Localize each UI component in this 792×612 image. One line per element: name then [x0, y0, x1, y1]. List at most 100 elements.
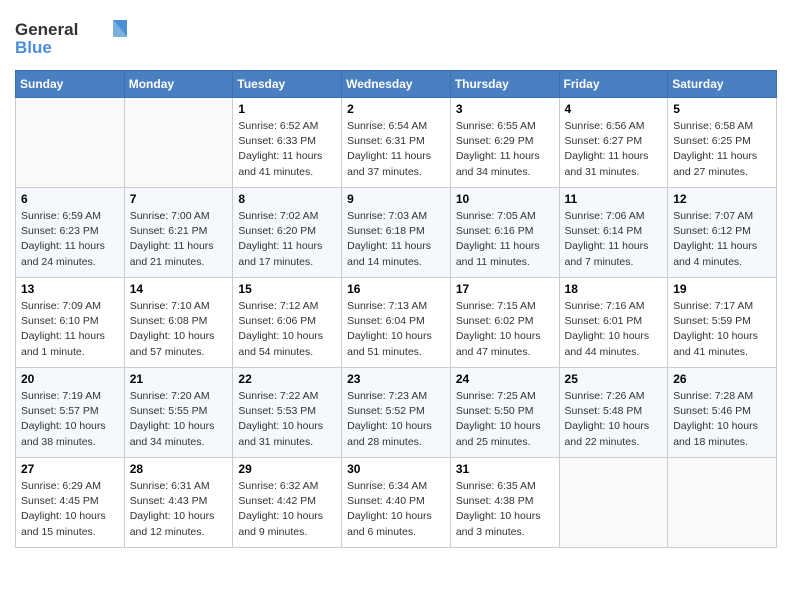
day-number: 17 — [456, 282, 554, 296]
day-info: Sunrise: 6:54 AMSunset: 6:31 PMDaylight:… — [347, 119, 445, 180]
day-info: Sunrise: 7:15 AMSunset: 6:02 PMDaylight:… — [456, 299, 554, 360]
svg-text:Blue: Blue — [15, 38, 52, 57]
calendar-cell: 5 Sunrise: 6:58 AMSunset: 6:25 PMDaylight… — [668, 98, 777, 188]
calendar-cell: 23 Sunrise: 7:23 AMSunset: 5:52 PMDayligh… — [342, 368, 451, 458]
day-info: Sunrise: 6:52 AMSunset: 6:33 PMDaylight:… — [238, 119, 336, 180]
day-number: 30 — [347, 462, 445, 476]
day-info: Sunrise: 6:29 AMSunset: 4:45 PMDaylight:… — [21, 479, 119, 540]
calendar-cell: 25 Sunrise: 7:26 AMSunset: 5:48 PMDayligh… — [559, 368, 668, 458]
day-info: Sunrise: 6:35 AMSunset: 4:38 PMDaylight:… — [456, 479, 554, 540]
day-info: Sunrise: 7:23 AMSunset: 5:52 PMDaylight:… — [347, 389, 445, 450]
day-number: 5 — [673, 102, 771, 116]
day-number: 11 — [565, 192, 663, 206]
day-info: Sunrise: 7:10 AMSunset: 6:08 PMDaylight:… — [130, 299, 228, 360]
day-of-week-thursday: Thursday — [450, 71, 559, 98]
calendar-cell: 3 Sunrise: 6:55 AMSunset: 6:29 PMDaylight… — [450, 98, 559, 188]
calendar-week-row: 27 Sunrise: 6:29 AMSunset: 4:45 PMDayligh… — [16, 458, 777, 548]
day-number: 28 — [130, 462, 228, 476]
calendar-cell: 16 Sunrise: 7:13 AMSunset: 6:04 PMDayligh… — [342, 278, 451, 368]
day-number: 16 — [347, 282, 445, 296]
day-of-week-tuesday: Tuesday — [233, 71, 342, 98]
calendar-cell: 2 Sunrise: 6:54 AMSunset: 6:31 PMDaylight… — [342, 98, 451, 188]
calendar-cell: 11Sunrise: 7:06 AMSunset: 6:14 PMDayligh… — [559, 188, 668, 278]
calendar-cell: 15 Sunrise: 7:12 AMSunset: 6:06 PMDayligh… — [233, 278, 342, 368]
calendar-cell: 27 Sunrise: 6:29 AMSunset: 4:45 PMDayligh… — [16, 458, 125, 548]
calendar-cell: 21 Sunrise: 7:20 AMSunset: 5:55 PMDayligh… — [124, 368, 233, 458]
day-info: Sunrise: 6:32 AMSunset: 4:42 PMDaylight:… — [238, 479, 336, 540]
day-number: 9 — [347, 192, 445, 206]
day-number: 20 — [21, 372, 119, 386]
calendar-cell: 4 Sunrise: 6:56 AMSunset: 6:27 PMDaylight… — [559, 98, 668, 188]
calendar-cell: 29 Sunrise: 6:32 AMSunset: 4:42 PMDayligh… — [233, 458, 342, 548]
day-info: Sunrise: 7:22 AMSunset: 5:53 PMDaylight:… — [238, 389, 336, 450]
day-info: Sunrise: 7:16 AMSunset: 6:01 PMDaylight:… — [565, 299, 663, 360]
calendar-cell: 13Sunrise: 7:09 AMSunset: 6:10 PMDayligh… — [16, 278, 125, 368]
calendar-week-row: 20Sunrise: 7:19 AMSunset: 5:57 PMDayligh… — [16, 368, 777, 458]
day-number: 15 — [238, 282, 336, 296]
calendar-cell: 22 Sunrise: 7:22 AMSunset: 5:53 PMDayligh… — [233, 368, 342, 458]
day-info: Sunrise: 6:59 AMSunset: 6:23 PMDaylight:… — [21, 209, 119, 270]
day-info: Sunrise: 6:55 AMSunset: 6:29 PMDaylight:… — [456, 119, 554, 180]
day-number: 1 — [238, 102, 336, 116]
calendar-cell: 10Sunrise: 7:05 AMSunset: 6:16 PMDayligh… — [450, 188, 559, 278]
day-info: Sunrise: 7:07 AMSunset: 6:12 PMDaylight:… — [673, 209, 771, 270]
day-number: 4 — [565, 102, 663, 116]
day-number: 21 — [130, 372, 228, 386]
calendar-cell: 24Sunrise: 7:25 AMSunset: 5:50 PMDayligh… — [450, 368, 559, 458]
day-info: Sunrise: 7:12 AMSunset: 6:06 PMDaylight:… — [238, 299, 336, 360]
day-number: 12 — [673, 192, 771, 206]
day-of-week-saturday: Saturday — [668, 71, 777, 98]
day-number: 22 — [238, 372, 336, 386]
calendar-cell: 14 Sunrise: 7:10 AMSunset: 6:08 PMDayligh… — [124, 278, 233, 368]
day-number: 2 — [347, 102, 445, 116]
calendar-cell: 17 Sunrise: 7:15 AMSunset: 6:02 PMDayligh… — [450, 278, 559, 368]
day-number: 29 — [238, 462, 336, 476]
calendar-cell: 9Sunrise: 7:03 AMSunset: 6:18 PMDaylight… — [342, 188, 451, 278]
day-number: 3 — [456, 102, 554, 116]
day-info: Sunrise: 7:25 AMSunset: 5:50 PMDaylight:… — [456, 389, 554, 450]
calendar-cell: 12 Sunrise: 7:07 AMSunset: 6:12 PMDayligh… — [668, 188, 777, 278]
calendar-cell — [559, 458, 668, 548]
day-info: Sunrise: 7:13 AMSunset: 6:04 PMDaylight:… — [347, 299, 445, 360]
day-number: 14 — [130, 282, 228, 296]
day-number: 19 — [673, 282, 771, 296]
calendar-cell: 18Sunrise: 7:16 AMSunset: 6:01 PMDayligh… — [559, 278, 668, 368]
calendar-cell — [124, 98, 233, 188]
calendar-cell — [668, 458, 777, 548]
day-number: 6 — [21, 192, 119, 206]
calendar-cell: 7Sunrise: 7:00 AMSunset: 6:21 PMDaylight… — [124, 188, 233, 278]
calendar-cell: 20Sunrise: 7:19 AMSunset: 5:57 PMDayligh… — [16, 368, 125, 458]
page-header: General Blue — [15, 15, 777, 60]
day-number: 8 — [238, 192, 336, 206]
day-number: 7 — [130, 192, 228, 206]
day-info: Sunrise: 7:05 AMSunset: 6:16 PMDaylight:… — [456, 209, 554, 270]
day-info: Sunrise: 6:34 AMSunset: 4:40 PMDaylight:… — [347, 479, 445, 540]
day-info: Sunrise: 7:09 AMSunset: 6:10 PMDaylight:… — [21, 299, 119, 360]
calendar-cell: 31 Sunrise: 6:35 AMSunset: 4:38 PMDayligh… — [450, 458, 559, 548]
calendar-cell: 6 Sunrise: 6:59 AMSunset: 6:23 PMDaylight… — [16, 188, 125, 278]
calendar-week-row: 13Sunrise: 7:09 AMSunset: 6:10 PMDayligh… — [16, 278, 777, 368]
day-info: Sunrise: 7:20 AMSunset: 5:55 PMDaylight:… — [130, 389, 228, 450]
calendar-cell: 26Sunrise: 7:28 AMSunset: 5:46 PMDayligh… — [668, 368, 777, 458]
day-info: Sunrise: 7:28 AMSunset: 5:46 PMDaylight:… — [673, 389, 771, 450]
day-info: Sunrise: 6:31 AMSunset: 4:43 PMDaylight:… — [130, 479, 228, 540]
day-of-week-sunday: Sunday — [16, 71, 125, 98]
day-info: Sunrise: 6:58 AMSunset: 6:25 PMDaylight:… — [673, 119, 771, 180]
logo: General Blue — [15, 15, 135, 60]
calendar-cell: 28 Sunrise: 6:31 AMSunset: 4:43 PMDayligh… — [124, 458, 233, 548]
calendar-cell — [16, 98, 125, 188]
day-number: 27 — [21, 462, 119, 476]
calendar-week-row: 6 Sunrise: 6:59 AMSunset: 6:23 PMDaylight… — [16, 188, 777, 278]
day-number: 25 — [565, 372, 663, 386]
calendar-week-row: 1 Sunrise: 6:52 AMSunset: 6:33 PMDaylight… — [16, 98, 777, 188]
day-info: Sunrise: 6:56 AMSunset: 6:27 PMDaylight:… — [565, 119, 663, 180]
calendar-table: SundayMondayTuesdayWednesdayThursdayFrid… — [15, 70, 777, 548]
day-number: 23 — [347, 372, 445, 386]
day-number: 31 — [456, 462, 554, 476]
day-of-week-wednesday: Wednesday — [342, 71, 451, 98]
day-of-week-monday: Monday — [124, 71, 233, 98]
day-info: Sunrise: 7:26 AMSunset: 5:48 PMDaylight:… — [565, 389, 663, 450]
calendar-cell: 30 Sunrise: 6:34 AMSunset: 4:40 PMDayligh… — [342, 458, 451, 548]
calendar-cell: 19Sunrise: 7:17 AMSunset: 5:59 PMDayligh… — [668, 278, 777, 368]
calendar-header-row: SundayMondayTuesdayWednesdayThursdayFrid… — [16, 71, 777, 98]
